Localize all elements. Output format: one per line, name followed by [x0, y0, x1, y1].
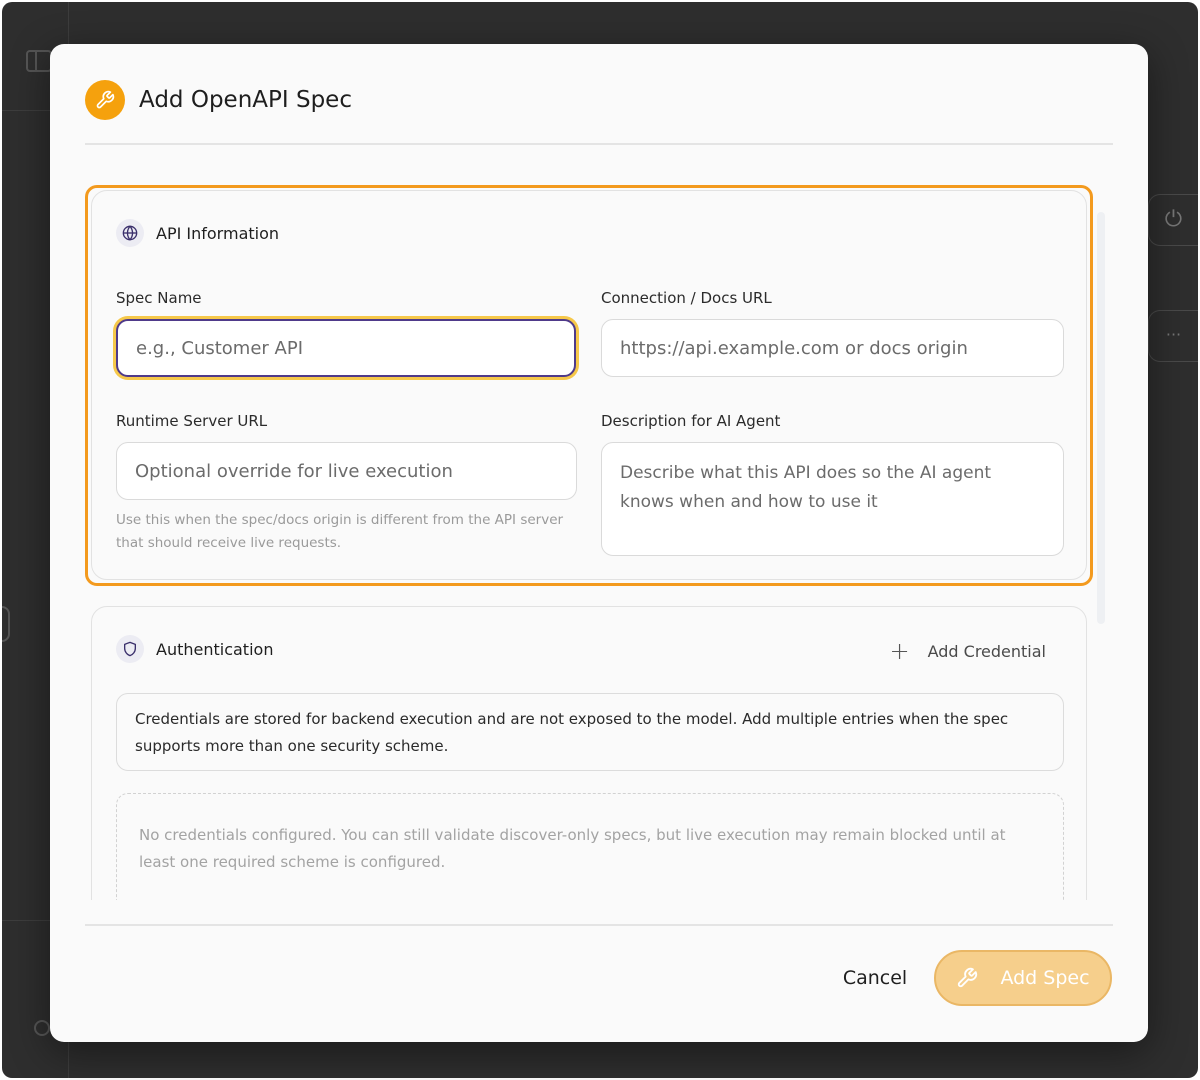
plus-icon: +: [889, 637, 910, 665]
spec-name-label: Spec Name: [116, 289, 202, 307]
scrollbar[interactable]: [1097, 212, 1105, 624]
globe-icon: [116, 219, 144, 247]
spec-name-input[interactable]: [116, 319, 576, 377]
connection-url-input[interactable]: [601, 319, 1064, 377]
section-title: API Information: [156, 223, 280, 243]
scroll-handle: [2, 606, 10, 642]
add-credential-button[interactable]: + Add Credential: [889, 637, 1046, 665]
runtime-url-input[interactable]: [116, 442, 577, 500]
status-icon: [34, 1020, 50, 1036]
add-spec-button[interactable]: Add Spec: [934, 950, 1112, 1006]
section-header: API Information: [116, 219, 279, 247]
runtime-url-hint: Use this when the spec/docs origin is di…: [116, 512, 564, 551]
more-icon[interactable]: ···: [1148, 310, 1198, 362]
runtime-url-label: Runtime Server URL: [116, 412, 268, 430]
description-label: Description for AI Agent: [601, 412, 781, 430]
section-header: Authentication: [116, 635, 273, 663]
add-spec-label: Add Spec: [1000, 967, 1090, 989]
modal-title: Add OpenAPI Spec: [139, 87, 352, 113]
section-title: Authentication: [156, 639, 274, 659]
add-spec-modal: Add OpenAPI Spec API Information Spec Na…: [50, 44, 1148, 1042]
header-divider: [85, 143, 1113, 145]
authentication-section: Authentication + Add Credential Credenti…: [91, 606, 1087, 900]
wrench-icon: [85, 80, 125, 120]
credentials-info: Credentials are stored for backend execu…: [116, 693, 1064, 771]
wrench-icon: [956, 967, 978, 989]
plug-icon[interactable]: ⏻: [1148, 194, 1198, 246]
footer-divider: [85, 924, 1113, 926]
sidebar-toggle-icon[interactable]: [26, 50, 52, 72]
cancel-button[interactable]: Cancel: [820, 954, 930, 1002]
api-information-section: API Information Spec Name Connection / D…: [91, 190, 1087, 580]
credentials-empty-state: No credentials configured. You can still…: [116, 793, 1064, 900]
connection-url-label: Connection / Docs URL: [601, 289, 772, 307]
shield-icon: [116, 635, 144, 663]
modal-header: Add OpenAPI Spec: [85, 80, 352, 120]
add-credential-label: Add Credential: [927, 641, 1046, 661]
modal-body[interactable]: API Information Spec Name Connection / D…: [85, 184, 1113, 900]
description-textarea[interactable]: [601, 442, 1064, 556]
